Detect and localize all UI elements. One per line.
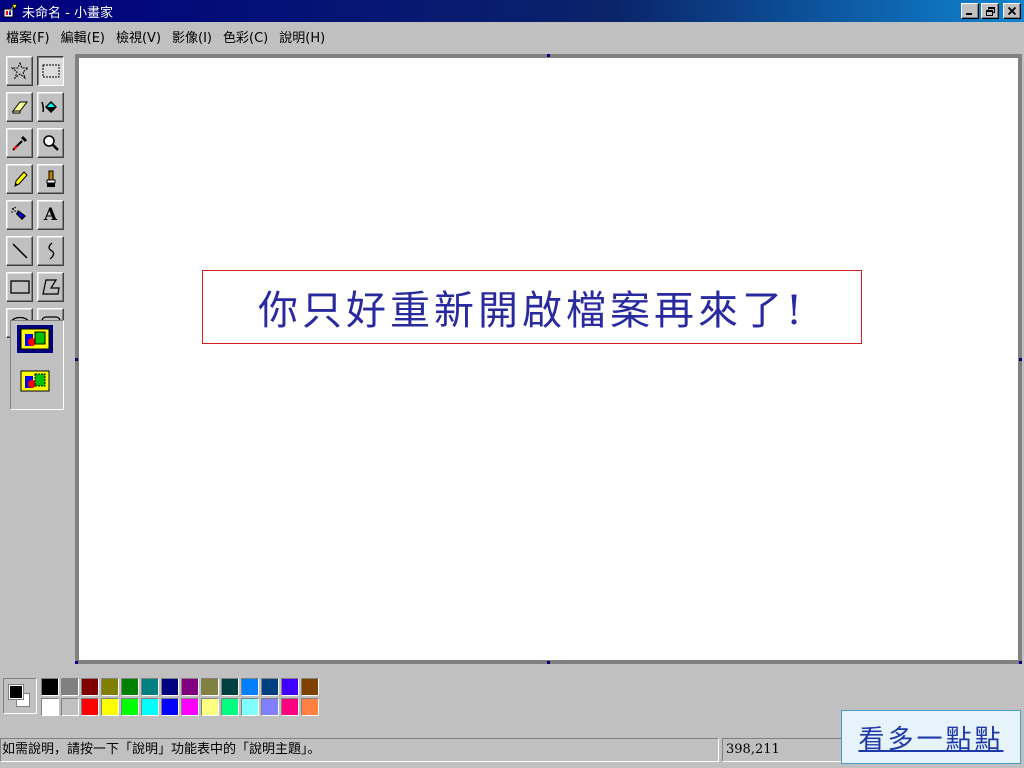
color-swatch[interactable] [281,678,299,696]
canvas-area: 你只好重新開啟檔案再來了! [75,54,1022,664]
color-swatch[interactable] [221,698,239,716]
resize-handle-top-middle[interactable] [547,54,550,57]
menu-file[interactable]: 檔案(F) [0,27,55,46]
curve-icon [47,242,54,260]
curve-tool[interactable] [37,236,64,266]
text-tool[interactable]: A [37,200,64,230]
select-icon [42,64,59,78]
transparent-selection-icon [20,370,50,392]
color-swatch[interactable] [161,698,179,716]
color-swatch[interactable] [261,698,279,716]
window-controls [961,3,1024,19]
paint-app-icon[interactable] [3,3,19,19]
color-swatch[interactable] [161,678,179,696]
close-button[interactable] [1003,3,1021,19]
title-bar: 未命名 - 小畫家 [0,0,1024,22]
fill-tool[interactable] [37,92,64,122]
fill-icon [40,101,57,113]
menu-edit[interactable]: 編輯(E) [55,27,110,46]
opaque-selection-icon [20,328,50,350]
restore-button[interactable] [981,3,999,19]
airbrush-tool[interactable] [6,200,33,230]
eraser-icon [11,101,28,114]
polygon-icon [41,279,60,295]
pencil-tool[interactable] [6,164,33,194]
color-swatch[interactable] [81,678,99,696]
color-swatch[interactable] [181,698,199,716]
color-swatch[interactable] [281,698,299,716]
minimize-button[interactable] [961,3,979,19]
color-swatch[interactable] [181,678,199,696]
color-swatch[interactable] [61,678,79,696]
window-title: 未命名 - 小畫家 [22,5,113,21]
status-coordinates: 398,211 [722,738,845,762]
pencil-icon [13,171,28,187]
resize-handle-bottom-right[interactable] [1019,661,1022,664]
drawing-canvas[interactable]: 你只好重新開啟檔案再來了! [79,58,1018,660]
color-swatch[interactable] [241,698,259,716]
color-swatch[interactable] [41,698,59,716]
brush-icon [46,170,55,187]
color-swatch[interactable] [301,698,319,716]
tool-options-box [10,320,64,410]
eraser-tool[interactable] [6,92,33,122]
color-swatch[interactable] [301,678,319,696]
see-more-link[interactable]: 看多一點點 [841,710,1021,764]
polygon-tool[interactable] [37,272,64,302]
line-tool[interactable] [6,236,33,266]
color-swatch[interactable] [101,698,119,716]
rectangle-tool[interactable] [6,272,33,302]
color-swatches [41,678,321,718]
menu-view[interactable]: 檢視(V) [110,27,166,46]
color-swatch[interactable] [61,698,79,716]
text-icon: A [43,205,58,225]
pick-color-icon [11,136,27,151]
color-swatch[interactable] [241,678,259,696]
resize-handle-middle-left[interactable] [75,358,78,361]
airbrush-icon [10,206,26,220]
color-swatch[interactable] [201,698,219,716]
color-swatch[interactable] [81,698,99,716]
menu-colors[interactable]: 色彩(C) [217,27,273,46]
magnifier-tool[interactable] [37,128,64,158]
foreground-color-box [8,684,24,700]
status-help-text: 如需說明，請按一下「說明」功能表中的「說明主題」。 [0,738,719,762]
brush-tool[interactable] [37,164,64,194]
resize-handle-bottom-middle[interactable] [547,661,550,664]
menu-help[interactable]: 說明(H) [273,27,330,46]
color-swatch[interactable] [221,678,239,696]
menu-image[interactable]: 影像(I) [166,27,217,46]
select-tool[interactable] [37,56,64,86]
color-swatch[interactable] [261,678,279,696]
color-swatch[interactable] [41,678,59,696]
color-swatch[interactable] [121,678,139,696]
toolbox: A [4,54,64,410]
current-colors[interactable] [3,678,37,714]
resize-handle-middle-right[interactable] [1019,358,1022,361]
magnifier-icon [42,135,59,151]
pick-color-tool[interactable] [6,128,33,158]
rectangle-icon [9,280,30,294]
color-swatch[interactable] [141,678,159,696]
free-form-select-tool[interactable] [6,56,33,86]
color-swatch[interactable] [101,678,119,696]
color-swatch[interactable] [121,698,139,716]
color-swatch[interactable] [141,698,159,716]
menu-bar: 檔案(F) 編輯(E) 檢視(V) 影像(I) 色彩(C) 說明(H) [0,24,1024,48]
line-icon [11,243,28,259]
color-palette [3,676,333,720]
transparent-selection-option[interactable] [17,367,53,395]
free-form-select-icon [10,62,29,80]
canvas-message: 你只好重新開啟檔案再來了! [202,270,862,344]
color-swatch[interactable] [201,678,219,696]
resize-handle-bottom-left[interactable] [75,661,78,664]
opaque-selection-option[interactable] [17,325,53,353]
